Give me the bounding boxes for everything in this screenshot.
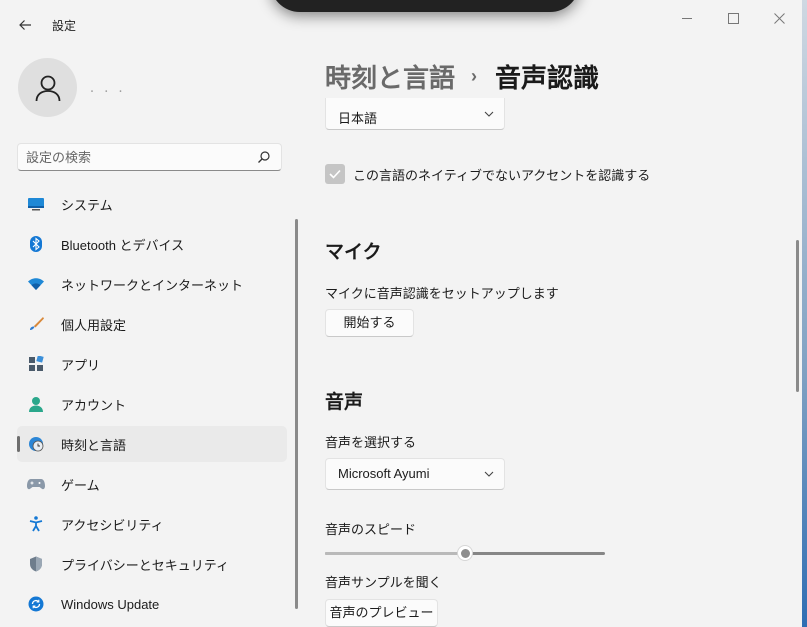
title-bar: 設定 [0,0,802,48]
sidebar-item-gaming[interactable]: ゲーム [17,466,287,502]
mic-setup-label: マイクに音声認識をセットアップします [325,286,559,301]
wifi-icon [27,276,45,292]
sidebar-nav: システム Bluetooth とデバイス ネットワークとインターネット 個人用設… [17,186,287,626]
brush-icon [27,316,45,332]
sidebar-item-label: Windows Update [61,596,160,612]
sidebar-item-label: Bluetooth とデバイス [61,237,185,253]
app-title: 設定 [52,19,77,33]
chevron-down-icon [484,471,494,477]
sidebar-item-label: アプリ [61,357,101,373]
slider-thumb[interactable] [457,545,473,561]
desktop-edge [802,0,807,627]
sidebar-item-accessibility[interactable]: アクセシビリティ [17,506,287,542]
sidebar-item-label: アクセシビリティ [61,517,164,533]
sidebar-item-system[interactable]: システム [17,186,287,222]
sidebar-item-label: 個人用設定 [61,317,127,333]
sidebar-item-network[interactable]: ネットワークとインターネット [17,266,287,302]
breadcrumb-separator: › [471,65,478,86]
sidebar-scrollbar[interactable] [295,219,298,609]
checkmark-icon [329,169,341,179]
breadcrumb-parent[interactable]: 時刻と言語 [325,58,455,95]
voice-dropdown-value: Microsoft Ayumi [338,466,430,481]
accent-checkbox-label: この言語のネイティブでないアクセントを認識する [353,167,651,183]
accent-checkbox-row[interactable]: この言語のネイティブでないアクセントを認識する [325,163,650,185]
update-icon [27,596,45,612]
search-input[interactable] [26,149,251,166]
sidebar-item-accounts[interactable]: アカウント [17,386,287,422]
sidebar-item-windows-update[interactable]: Windows Update [17,586,287,622]
sidebar-item-label: 時刻と言語 [61,437,127,453]
sidebar-item-label: ゲーム [61,477,100,493]
voice-speed-label: 音声のスピード [325,522,417,537]
close-icon [773,12,785,24]
avatar[interactable] [18,58,77,117]
voice-section-title: 音声 [325,392,364,413]
main-scrollbar[interactable] [796,240,799,392]
language-dropdown-value: 日本語 [338,111,378,126]
sidebar-item-privacy[interactable]: プライバシーとセキュリティ [17,546,287,582]
voice-speed-slider[interactable] [325,544,605,562]
page-title: 音声認識 [495,62,600,93]
shield-icon [27,556,45,572]
choose-voice-label: 音声を選択する [325,435,417,450]
person-icon [35,75,60,101]
back-arrow-icon [19,20,31,30]
chevron-down-icon [484,111,494,117]
sidebar-item-time-language[interactable]: 時刻と言語 [17,426,287,462]
apps-icon [27,356,45,372]
sidebar-item-label: ネットワークとインターネット [61,277,244,293]
search-icon[interactable] [257,150,271,164]
sidebar-item-apps[interactable]: アプリ [17,346,287,382]
sidebar-item-label: システム [61,197,113,213]
breadcrumb: 時刻と言語 › 音声認識 [325,58,599,94]
sidebar-item-label: アカウント [61,397,127,413]
monitor-icon [27,196,45,212]
start-button[interactable]: 開始する [325,309,414,337]
slider-fill [325,552,465,555]
globe-clock-icon [27,436,45,452]
settings-window: 設定 ・ ・ ・ システム [0,0,807,627]
sidebar-item-personalization[interactable]: 個人用設定 [17,306,287,342]
voice-sample-label: 音声サンプルを聞く [325,575,442,590]
close-button[interactable] [756,8,802,28]
bluetooth-icon [27,236,45,252]
voice-preview-button[interactable]: 音声のプレビュー [325,599,438,627]
minimize-button[interactable] [664,8,710,28]
minimize-icon [682,17,692,19]
accessibility-icon [27,516,45,532]
sidebar-item-label: プライバシーとセキュリティ [61,557,229,573]
mic-section-title: マイク [325,242,382,263]
maximize-button[interactable] [710,8,756,28]
accent-checkbox[interactable] [325,164,345,184]
back-button[interactable] [12,12,38,38]
voice-dropdown[interactable]: Microsoft Ayumi [325,458,505,490]
gamepad-icon [27,476,45,492]
sidebar-item-bluetooth[interactable]: Bluetooth とデバイス [17,226,287,262]
user-name: ・ ・ ・ [88,87,127,96]
language-dropdown[interactable]: 日本語 [325,98,505,130]
account-icon [27,396,45,412]
search-box[interactable] [17,143,282,171]
maximize-icon [727,12,739,24]
